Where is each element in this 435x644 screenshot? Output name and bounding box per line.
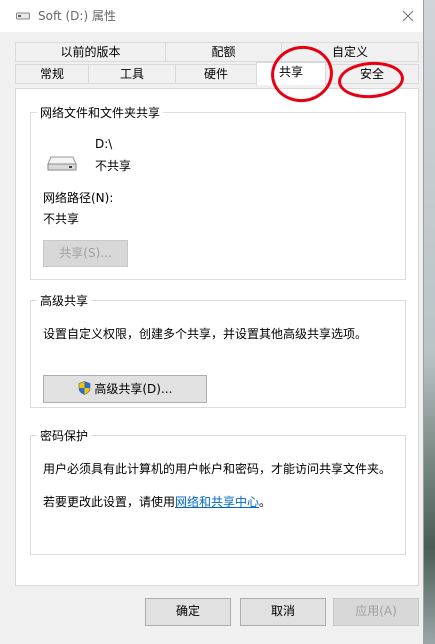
- change-setting-suffix: 。: [259, 495, 272, 509]
- password-protection-group: 密码保护 用户必须具有此计算机的用户帐户和密码，才能访问共享文件夹。 若要更改此…: [30, 427, 406, 555]
- password-protection-description: 用户必须具有此计算机的用户帐户和密码，才能访问共享文件夹。: [43, 462, 392, 476]
- tab-hardware[interactable]: 硬件: [175, 64, 257, 84]
- tab-quota[interactable]: 配额: [165, 42, 282, 62]
- change-setting-text: 若要更改此设置，请使用网络和共享中心。: [43, 493, 271, 510]
- title-bar: Soft (D:) 属性: [0, 0, 423, 32]
- sharing-panel: 网络文件和文件夹共享 D:\ 不共享 网络路径(N): 不共享 共享(S)...…: [15, 88, 419, 586]
- drive-icon: [16, 12, 30, 20]
- advanced-sharing-button[interactable]: 高级共享(D)...: [43, 375, 207, 403]
- password-protection-legend: 密码保护: [40, 429, 89, 443]
- drive-icon: [47, 156, 77, 171]
- change-setting-prefix: 若要更改此设置，请使用: [43, 495, 176, 509]
- advanced-sharing-button-label: 高级共享(D)...: [94, 382, 173, 396]
- network-sharing-legend: 网络文件和文件夹共享: [40, 106, 161, 120]
- share-button[interactable]: 共享(S)...: [43, 240, 128, 267]
- advanced-sharing-legend: 高级共享: [40, 294, 89, 308]
- advanced-sharing-group: 高级共享 设置自定义权限，创建多个共享，并设置其他高级共享选项。 高级共享(D)…: [30, 292, 406, 408]
- network-sharing-group: 网络文件和文件夹共享 D:\ 不共享 网络路径(N): 不共享 共享(S)...: [30, 104, 406, 280]
- apply-button[interactable]: 应用(A): [333, 598, 419, 626]
- ok-button[interactable]: 确定: [145, 598, 231, 626]
- tab-tools[interactable]: 工具: [88, 64, 176, 84]
- network-sharing-center-link[interactable]: 网络和共享中心: [175, 495, 259, 509]
- advanced-sharing-description: 设置自定义权限，创建多个共享，并设置其他高级共享选项。: [43, 327, 368, 341]
- tab-previous-versions[interactable]: 以前的版本: [15, 42, 166, 62]
- network-path-value: 不共享: [43, 212, 80, 226]
- properties-dialog: Soft (D:) 属性 以前的版本 配额 自定义 常规 工具 硬件 共享 安全…: [0, 0, 424, 644]
- window-title: Soft (D:) 属性: [38, 9, 116, 23]
- shield-icon: [78, 381, 90, 395]
- drive-share-status: 不共享: [95, 159, 132, 173]
- tab-general[interactable]: 常规: [15, 64, 89, 84]
- drive-name: D:\: [95, 137, 113, 151]
- network-path-label: 网络路径(N):: [43, 191, 114, 205]
- close-icon[interactable]: [396, 4, 420, 28]
- cancel-button[interactable]: 取消: [240, 598, 326, 626]
